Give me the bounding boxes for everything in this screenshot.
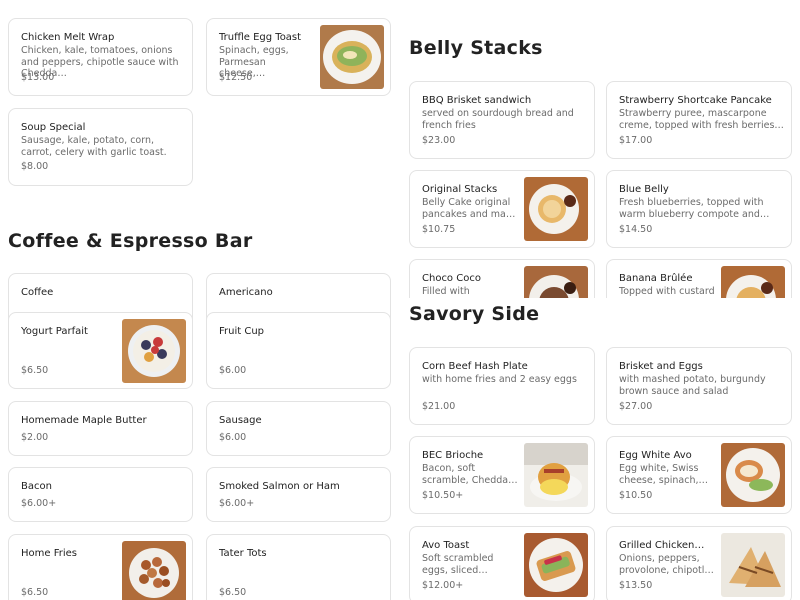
item-price: $14.50 xyxy=(619,224,653,235)
menu-item-card[interactable]: Egg White Avo Egg white, Swiss cheese, s… xyxy=(606,436,792,514)
item-name: Truffle Egg Toast xyxy=(219,32,302,43)
home-fries-image xyxy=(122,541,186,600)
menu-item-card[interactable]: Sausage $6.00 xyxy=(206,401,391,456)
item-description: Onions, peppers, provolone, chipotl… xyxy=(619,553,714,576)
menu-item-card[interactable]: Grilled Chicken… Onions, peppers, provol… xyxy=(606,526,792,600)
section-title-savory-side: Savory Side xyxy=(409,303,540,325)
item-price: $12.50 xyxy=(219,72,253,83)
item-price: $17.00 xyxy=(619,135,653,146)
item-description: Topped with custard xyxy=(619,286,715,297)
menu-item-card[interactable]: BEC Brioche Bacon, soft scramble, Chedda… xyxy=(409,436,595,514)
menu-item-card[interactable]: Smoked Salmon or Ham $6.00+ xyxy=(206,467,391,522)
bec-brioche-image xyxy=(524,443,588,507)
item-name: Smoked Salmon or Ham xyxy=(219,481,340,492)
item-price: $6.00+ xyxy=(219,498,255,509)
item-price: $6.50 xyxy=(219,587,247,598)
item-description: Belly Cake original pancakes and ma… xyxy=(422,197,516,220)
item-name: Blue Belly xyxy=(619,184,669,195)
menu-item-card[interactable]: Corn Beef Hash Plate with home fries and… xyxy=(409,347,595,425)
menu-item-card[interactable]: Blue Belly Fresh blueberries, topped wit… xyxy=(606,170,792,248)
item-name: Tater Tots xyxy=(219,548,267,559)
item-name: Original Stacks xyxy=(422,184,498,195)
menu-item-card[interactable]: Avo Toast Soft scrambled eggs, sliced… $… xyxy=(409,526,595,600)
menu-item-card[interactable]: Soup Special Sausage, kale, potato, corn… xyxy=(8,108,193,186)
menu-item-card[interactable]: Strawberry Shortcake Pancake Strawberry … xyxy=(606,81,792,159)
item-name: Sausage xyxy=(219,415,262,426)
item-name: Banana Brûlée xyxy=(619,273,693,284)
item-price: $10.75 xyxy=(422,224,456,235)
item-description: Egg white, Swiss cheese, spinach,… xyxy=(619,463,708,486)
item-description: Bacon, soft scramble, Chedda… xyxy=(422,463,518,486)
item-price: $6.50 xyxy=(21,365,49,376)
item-name: Corn Beef Hash Plate xyxy=(422,361,528,372)
item-price: $6.00 xyxy=(219,365,247,376)
item-description: Soft scrambled eggs, sliced… xyxy=(422,553,494,576)
item-price: $6.50 xyxy=(21,587,49,598)
menu-item-card[interactable]: Original Stacks Belly Cake original panc… xyxy=(409,170,595,248)
item-name: Grilled Chicken… xyxy=(619,540,705,551)
item-name: Americano xyxy=(219,287,273,298)
item-price: $13.00 xyxy=(21,72,55,83)
item-name: Brisket and Eggs xyxy=(619,361,703,372)
truffle-egg-toast-image xyxy=(320,25,384,89)
item-name: Chicken Melt Wrap xyxy=(21,32,115,43)
menu-item-card[interactable]: Fruit Cup $6.00 xyxy=(206,312,391,389)
grilled-chicken-image xyxy=(721,533,785,597)
menu-item-card[interactable]: Truffle Egg Toast Spinach, eggs, Parmesa… xyxy=(206,18,391,96)
item-name: Egg White Avo xyxy=(619,450,692,461)
menu-item-card[interactable]: Yogurt Parfait $6.50 xyxy=(8,312,193,389)
menu-item-card[interactable]: Tater Tots $6.50 xyxy=(206,534,391,600)
item-description: with mashed potato, burgundy brown sauce… xyxy=(619,374,766,397)
item-description: Strawberry puree, mascarpone creme, topp… xyxy=(619,108,775,131)
item-price: $12.00+ xyxy=(422,580,464,591)
menu-item-card[interactable]: Chicken Melt Wrap Chicken, kale, tomatoe… xyxy=(8,18,193,96)
item-price: $10.50+ xyxy=(422,490,464,501)
item-price: $27.00 xyxy=(619,401,653,412)
menu-item-card[interactable]: BBQ Brisket sandwich served on sourdough… xyxy=(409,81,595,159)
item-description: Sausage, kale, potato, corn, carrot, cel… xyxy=(21,135,167,158)
original-stacks-image xyxy=(524,177,588,241)
avo-toast-image xyxy=(524,533,588,597)
item-name: Avo Toast xyxy=(422,540,470,551)
item-description: Fresh blueberries, topped with warm blue… xyxy=(619,197,764,220)
item-description: served on sourdough bread and french fri… xyxy=(422,108,574,131)
item-name: Strawberry Shortcake Pancake xyxy=(619,95,772,106)
item-price: $10.50 xyxy=(619,490,653,501)
item-price: $2.00 xyxy=(21,432,49,443)
item-price: $13.50 xyxy=(619,580,653,591)
menu-item-card[interactable]: Home Fries $6.50 xyxy=(8,534,193,600)
item-price: $8.00 xyxy=(21,161,49,172)
section-title-belly-stacks: Belly Stacks xyxy=(409,37,543,59)
item-price: $6.00 xyxy=(219,432,247,443)
item-name: Home Fries xyxy=(21,548,77,559)
yogurt-parfait-image xyxy=(122,319,186,383)
item-price: $6.00+ xyxy=(21,498,57,509)
item-price: $21.00 xyxy=(422,401,456,412)
menu-item-card[interactable]: Brisket and Eggs with mashed potato, bur… xyxy=(606,347,792,425)
menu-item-card[interactable]: Bacon $6.00+ xyxy=(8,467,193,522)
item-name: Choco Coco xyxy=(422,273,481,284)
item-name: BEC Brioche xyxy=(422,450,484,461)
item-description: with home fries and 2 easy eggs xyxy=(422,374,577,385)
section-title-coffee: Coffee & Espresso Bar xyxy=(8,230,253,252)
item-name: Homemade Maple Butter xyxy=(21,415,147,426)
item-name: BBQ Brisket sandwich xyxy=(422,95,532,106)
item-price: $23.00 xyxy=(422,135,456,146)
item-name: Soup Special xyxy=(21,122,86,133)
item-name: Fruit Cup xyxy=(219,326,265,337)
menu-item-card[interactable]: Homemade Maple Butter $2.00 xyxy=(8,401,193,456)
item-name: Yogurt Parfait xyxy=(21,326,88,337)
egg-white-avo-image xyxy=(721,443,785,507)
item-name: Coffee xyxy=(21,287,54,298)
item-name: Bacon xyxy=(21,481,52,492)
